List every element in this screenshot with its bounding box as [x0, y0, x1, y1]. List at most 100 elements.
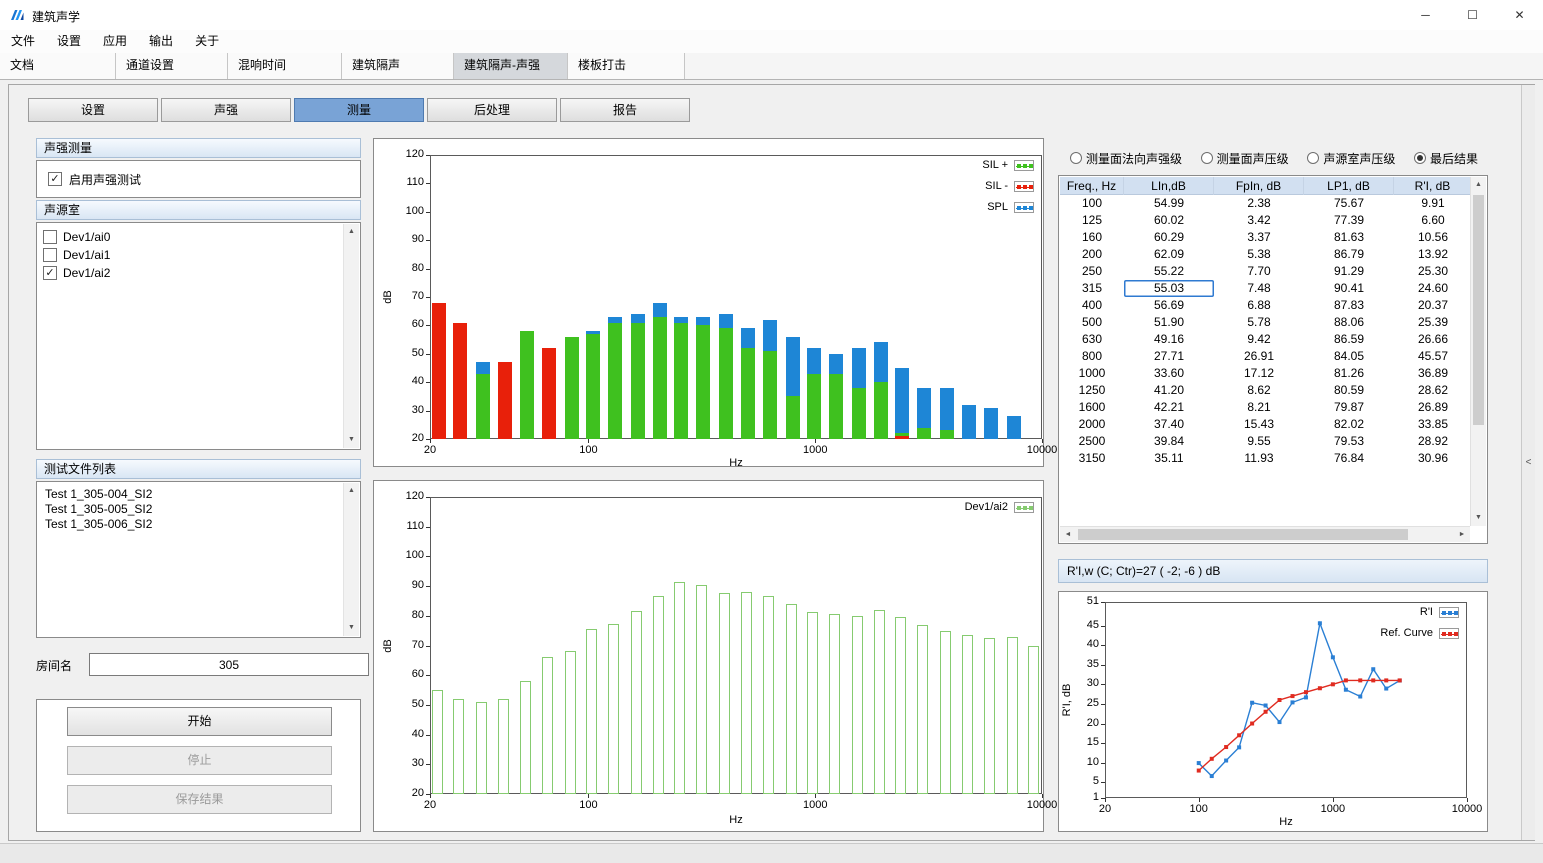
table-cell[interactable]: 13.92 [1394, 246, 1470, 263]
table-cell[interactable]: 8.62 [1214, 382, 1304, 399]
table-cell[interactable]: 100 [1060, 195, 1124, 212]
table-cell[interactable]: 41.20 [1124, 382, 1214, 399]
room-name-input[interactable] [89, 653, 369, 676]
file-list-scrollbar[interactable]: ▲ ▼ [343, 483, 359, 636]
scroll-down-icon[interactable]: ▼ [344, 620, 359, 636]
table-cell[interactable]: 37.40 [1124, 416, 1214, 433]
table-cell[interactable]: 400 [1060, 297, 1124, 314]
table-cell[interactable]: 90.41 [1304, 280, 1394, 297]
table-cell[interactable]: 7.48 [1214, 280, 1304, 297]
table-cell[interactable]: 7.70 [1214, 263, 1304, 280]
table-cell[interactable]: 81.63 [1304, 229, 1394, 246]
table-cell[interactable]: 3.37 [1214, 229, 1304, 246]
table-cell[interactable]: 80.59 [1304, 382, 1394, 399]
table-cell[interactable]: 39.84 [1124, 433, 1214, 450]
vertical-scroll-thumb[interactable] [1473, 195, 1484, 425]
table-cell[interactable]: 2000 [1060, 416, 1124, 433]
table-cell[interactable]: 76.84 [1304, 450, 1394, 467]
tab-floor-impact[interactable]: 楼板打击 [568, 53, 685, 79]
table-cell[interactable]: 26.91 [1214, 348, 1304, 365]
table-cell[interactable]: 30.96 [1394, 450, 1470, 467]
radio-final-result[interactable]: 最后结果 [1414, 150, 1478, 167]
menu-item-file[interactable]: 文件 [0, 30, 46, 53]
table-cell[interactable]: 45.57 [1394, 348, 1470, 365]
radio-surface-normal-intensity-level[interactable]: 测量面法向声强级 [1070, 150, 1182, 167]
table-cell[interactable]: 79.87 [1304, 399, 1394, 416]
tab-airborne-insulation-intensity[interactable]: 建筑隔声-声强 [454, 53, 568, 79]
subtab-report[interactable]: 报告 [560, 98, 690, 122]
menu-item-apply[interactable]: 应用 [92, 30, 138, 53]
table-cell[interactable]: 630 [1060, 331, 1124, 348]
table-cell[interactable]: 54.99 [1124, 195, 1214, 212]
horizontal-scroll-thumb[interactable] [1078, 529, 1408, 540]
scroll-up-icon[interactable]: ▲ [344, 483, 359, 499]
table-cell[interactable]: 9.55 [1214, 433, 1304, 450]
table-cell[interactable]: 9.42 [1214, 331, 1304, 348]
tab-airborne-insulation[interactable]: 建筑隔声 [342, 53, 454, 79]
table-cell[interactable]: 79.53 [1304, 433, 1394, 450]
table-cell[interactable]: 2.38 [1214, 195, 1304, 212]
table-cell[interactable]: 11.93 [1214, 450, 1304, 467]
file-item[interactable]: Test 1_305-005_SI2 [37, 502, 360, 517]
scroll-down-icon[interactable]: ▼ [344, 432, 359, 448]
table-cell[interactable]: 3150 [1060, 450, 1124, 467]
table-cell[interactable]: 26.66 [1394, 331, 1470, 348]
enable-intensity-checkbox[interactable]: ✓ [48, 172, 62, 186]
table-cell[interactable]: 88.06 [1304, 314, 1394, 331]
channel-checkbox[interactable]: ✓ [43, 266, 57, 280]
table-cell[interactable]: 82.02 [1304, 416, 1394, 433]
save-results-button[interactable]: 保存结果 [67, 785, 332, 814]
table-cell[interactable]: 86.79 [1304, 246, 1394, 263]
table-cell[interactable]: 20.37 [1394, 297, 1470, 314]
table-cell[interactable]: 55.03 [1124, 280, 1214, 297]
channel-item[interactable]: Dev1/ai0 [37, 228, 360, 246]
table-cell[interactable]: 62.09 [1124, 246, 1214, 263]
table-cell[interactable]: 56.69 [1124, 297, 1214, 314]
channel-checkbox[interactable] [43, 248, 57, 262]
table-cell[interactable]: 125 [1060, 212, 1124, 229]
table-cell[interactable]: 33.60 [1124, 365, 1214, 382]
table-cell[interactable]: 6.60 [1394, 212, 1470, 229]
table-cell[interactable]: 27.71 [1124, 348, 1214, 365]
stop-button[interactable]: 停止 [67, 746, 332, 775]
table-cell[interactable]: 6.88 [1214, 297, 1304, 314]
table-cell[interactable]: 28.92 [1394, 433, 1470, 450]
table-cell[interactable]: 51.90 [1124, 314, 1214, 331]
table-cell[interactable]: 81.26 [1304, 365, 1394, 382]
close-button[interactable]: ✕ [1496, 0, 1543, 30]
table-cell[interactable]: 17.12 [1214, 365, 1304, 382]
table-cell[interactable]: 60.29 [1124, 229, 1214, 246]
table-cell[interactable]: 1000 [1060, 365, 1124, 382]
table-cell[interactable]: 1600 [1060, 399, 1124, 416]
table-cell[interactable]: 2500 [1060, 433, 1124, 450]
table-cell[interactable]: 8.21 [1214, 399, 1304, 416]
minimize-button[interactable]: ─ [1402, 0, 1449, 30]
table-cell[interactable]: 75.67 [1304, 195, 1394, 212]
table-cell[interactable]: 36.89 [1394, 365, 1470, 382]
table-cell[interactable]: 86.59 [1304, 331, 1394, 348]
menu-item-about[interactable]: 关于 [184, 30, 230, 53]
table-cell[interactable]: 84.05 [1304, 348, 1394, 365]
table-cell[interactable]: 200 [1060, 246, 1124, 263]
table-cell[interactable]: 25.39 [1394, 314, 1470, 331]
table-cell[interactable]: 5.78 [1214, 314, 1304, 331]
maximize-button[interactable]: ☐ [1449, 0, 1496, 30]
table-vertical-scrollbar[interactable]: ▲ ▼ [1470, 177, 1486, 526]
table-cell[interactable]: 26.89 [1394, 399, 1470, 416]
table-cell[interactable]: 5.38 [1214, 246, 1304, 263]
table-cell[interactable]: 9.91 [1394, 195, 1470, 212]
scroll-down-icon[interactable]: ▼ [1471, 510, 1486, 526]
table-cell[interactable]: 24.60 [1394, 280, 1470, 297]
table-cell[interactable]: 1250 [1060, 382, 1124, 399]
start-button[interactable]: 开始 [67, 707, 332, 736]
scroll-right-icon[interactable]: ► [1454, 527, 1470, 543]
radio-source-room-spl[interactable]: 声源室声压级 [1307, 150, 1395, 167]
menu-item-settings[interactable]: 设置 [46, 30, 92, 53]
table-horizontal-scrollbar[interactable]: ◄ ► [1060, 526, 1470, 542]
scroll-up-icon[interactable]: ▲ [1471, 177, 1486, 193]
table-cell[interactable]: 3.42 [1214, 212, 1304, 229]
subtab-postprocessing[interactable]: 后处理 [427, 98, 557, 122]
file-item[interactable]: Test 1_305-004_SI2 [37, 487, 360, 502]
table-cell[interactable]: 87.83 [1304, 297, 1394, 314]
table-cell[interactable]: 160 [1060, 229, 1124, 246]
